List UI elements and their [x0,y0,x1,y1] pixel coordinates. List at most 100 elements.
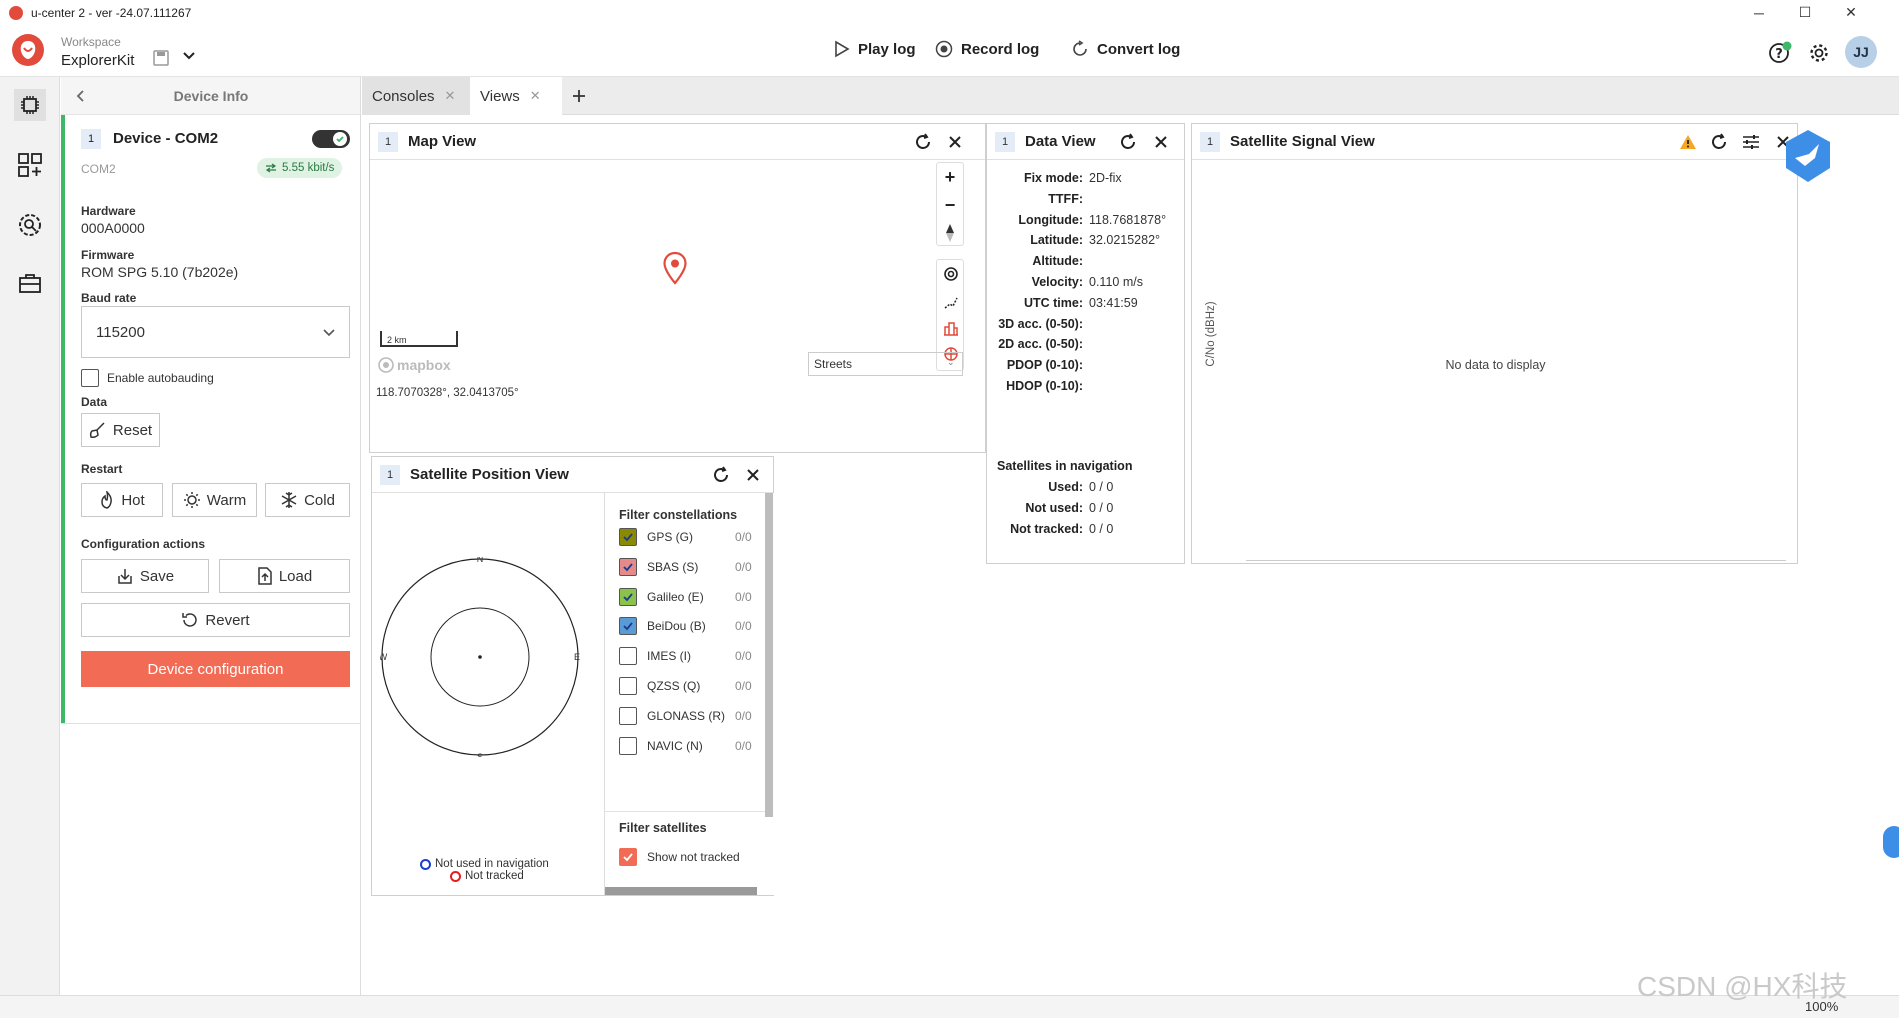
constellation-row[interactable]: Galileo (E) 0/0 [619,585,769,609]
user-avatar[interactable]: JJ [1845,36,1877,68]
maximize-button[interactable]: ☐ [1782,0,1828,25]
map-view-close-icon[interactable] [945,132,965,152]
legend-not-tracked-label: Not tracked [465,870,524,882]
legend-blue-ring-icon [420,858,431,870]
warm-restart-button[interactable]: Warm [172,483,257,517]
play-icon [835,40,850,58]
workspace-dropdown-chevron-icon[interactable] [182,51,196,61]
position-view-close-icon[interactable] [743,465,763,485]
tab-views[interactable]: Views ✕ [470,77,562,115]
workspace-save-icon[interactable] [152,49,170,67]
signal-empty-message: No data to display [1445,358,1546,372]
map-style-select[interactable]: Streets ⌄ [808,352,963,376]
constellation-row[interactable]: IMES (I) 0/0 [619,644,769,668]
data-row: Altitude: [987,254,1177,274]
recenter-target-icon[interactable] [943,266,959,282]
device-connect-toggle[interactable] [312,130,350,148]
rail-diagnostics-button[interactable] [14,209,46,241]
constellation-checkbox[interactable] [619,706,637,725]
minimize-button[interactable]: ─ [1736,0,1782,25]
zoom-out-minus-icon[interactable]: − [937,191,963,219]
constellation-row[interactable]: SBAS (S) 0/0 [619,555,769,579]
constellation-row[interactable]: GLONASS (R) 0/0 [619,704,769,728]
buildings-3d-icon[interactable] [943,320,959,336]
constellation-row[interactable]: BeiDou (B) 0/0 [619,614,769,638]
device-info-title: Device Info [173,88,249,104]
rail-tools-button[interactable] [14,267,46,299]
restart-section-label: Restart [81,462,123,476]
tab-views-close-icon[interactable]: ✕ [530,88,541,104]
zoom-in-plus-icon[interactable]: + [937,163,963,191]
constellation-row[interactable]: NAVIC (N) 0/0 [619,734,769,758]
device-info-header: Device Info [61,77,360,115]
constellation-checkbox[interactable] [619,528,637,546]
rail-devices-button[interactable] [14,89,46,121]
assistant-bird-icon[interactable] [1783,128,1833,184]
device-configuration-button[interactable]: Device configuration [81,651,350,687]
tab-consoles[interactable]: Consoles ✕ [362,77,470,115]
warning-icon[interactable] [1678,132,1698,152]
mapbox-attribution-logo[interactable]: mapbox [378,357,451,373]
signal-x-axis [1246,560,1786,561]
record-log-button[interactable]: Record log [935,40,1039,58]
config-actions-label: Configuration actions [81,537,205,551]
cold-restart-button[interactable]: Cold [265,483,350,517]
constellation-row[interactable]: GPS (G) 0/0 [619,525,769,549]
revert-config-button[interactable]: Revert [81,603,350,637]
firmware-value: ROM SPG 5.10 (7b202e) [81,264,239,280]
map-view-refresh-icon[interactable] [913,132,933,152]
data-row-key: Fix mode: [1023,171,1083,185]
data-view-refresh-icon[interactable] [1118,132,1138,152]
signal-view-refresh-icon[interactable] [1709,132,1729,152]
constellation-checkbox[interactable] [619,736,637,755]
constellation-count: 0/0 [735,708,752,723]
constellation-count: 0/0 [735,559,752,574]
constellation-checkbox[interactable] [619,617,637,636]
constellation-row[interactable]: QZSS (Q) 0/0 [619,674,769,698]
filter-constellations-title: Filter constellations [619,508,738,522]
tab-consoles-label: Consoles [372,87,435,105]
hot-restart-button[interactable]: Hot [81,483,163,517]
data-row: UTC time: 03:41:59 [987,296,1177,316]
constellation-label: GLONASS (R) [647,708,726,723]
data-rate-value: 5.55 kbit/s [282,162,335,174]
warm-label: Warm [206,491,247,509]
convert-log-button[interactable]: Convert log [1071,40,1180,58]
constellation-checkbox[interactable] [619,647,637,666]
help-icon[interactable]: ? [1768,41,1792,65]
sun-icon [183,492,200,508]
rail-views-button[interactable] [14,149,46,181]
track-path-icon[interactable] [943,294,959,310]
constellation-checkbox[interactable] [619,557,637,576]
sat-nav-row: Not used: 0 / 0 [987,501,1177,521]
filter-panel-scrollbar[interactable] [765,493,773,817]
load-config-button[interactable]: Load [219,559,350,593]
constellation-checkbox[interactable] [619,587,637,606]
baud-rate-select[interactable]: 115200 [81,306,350,358]
signal-view-settings-sliders-icon[interactable] [1741,132,1761,152]
side-expand-handle[interactable] [1883,826,1899,858]
hardware-value: 000A0000 [81,220,145,236]
tab-consoles-close-icon[interactable]: ✕ [445,88,456,104]
constellation-label: SBAS (S) [647,559,699,574]
save-download-icon [118,569,132,584]
show-not-tracked-row[interactable]: Show not tracked [619,845,769,869]
play-log-button[interactable]: Play log [834,40,916,58]
data-view-close-icon[interactable] [1151,132,1171,152]
save-config-button[interactable]: Save [81,559,209,593]
compass-north-icon[interactable] [943,223,957,243]
position-view-refresh-icon[interactable] [711,465,731,485]
filter-panel-hscrollbar[interactable] [605,887,757,895]
settings-gear-icon[interactable] [1808,42,1830,64]
constellation-checkbox[interactable] [619,677,637,695]
show-not-tracked-checkbox[interactable] [619,848,637,866]
map-style-value: Streets [814,357,853,371]
device-port: COM2 [81,162,116,176]
reset-button[interactable]: Reset [81,413,160,447]
signal-view-number: 1 [1200,131,1220,152]
sat-nav-row: Used: 0 / 0 [987,480,1177,500]
close-window-button[interactable]: ✕ [1828,0,1874,25]
add-tab-plus-icon[interactable] [568,85,590,107]
autobaud-checkbox[interactable] [81,369,99,387]
skyplot-zenith-dot [478,655,482,659]
